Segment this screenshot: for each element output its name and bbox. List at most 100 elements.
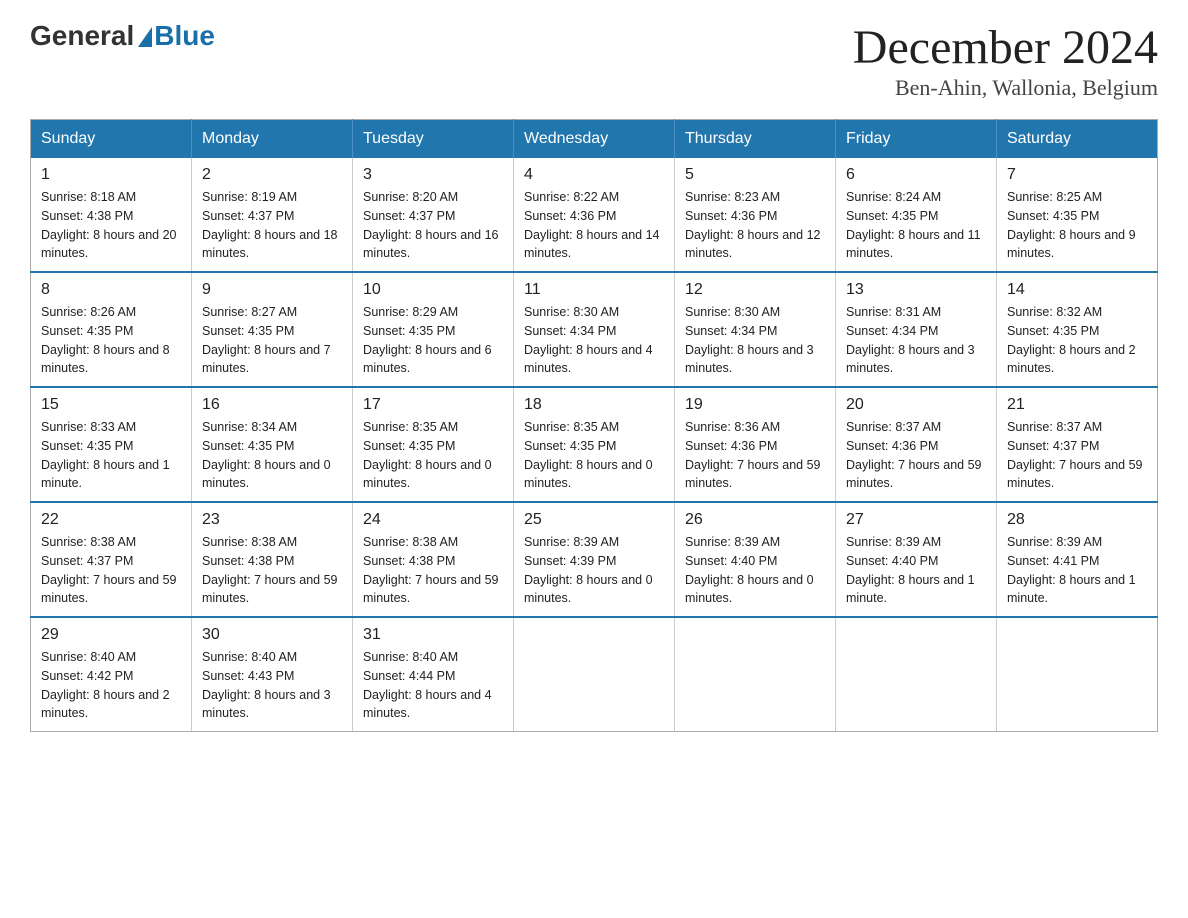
header-thursday: Thursday: [675, 120, 836, 159]
day-number: 12: [685, 281, 825, 299]
day-number: 28: [1007, 511, 1147, 529]
day-info: Sunrise: 8:30 AMSunset: 4:34 PMDaylight:…: [685, 303, 825, 378]
table-row: 24 Sunrise: 8:38 AMSunset: 4:38 PMDaylig…: [353, 502, 514, 617]
day-number: 10: [363, 281, 503, 299]
day-info: Sunrise: 8:35 AMSunset: 4:35 PMDaylight:…: [363, 418, 503, 493]
day-number: 2: [202, 166, 342, 184]
table-row: 27 Sunrise: 8:39 AMSunset: 4:40 PMDaylig…: [836, 502, 997, 617]
day-info: Sunrise: 8:22 AMSunset: 4:36 PMDaylight:…: [524, 188, 664, 263]
day-number: 25: [524, 511, 664, 529]
calendar-week-row: 8 Sunrise: 8:26 AMSunset: 4:35 PMDayligh…: [31, 272, 1158, 387]
day-number: 22: [41, 511, 181, 529]
day-number: 3: [363, 166, 503, 184]
table-row: 23 Sunrise: 8:38 AMSunset: 4:38 PMDaylig…: [192, 502, 353, 617]
table-row: 3 Sunrise: 8:20 AMSunset: 4:37 PMDayligh…: [353, 158, 514, 272]
logo-triangle-icon: [138, 27, 152, 47]
day-info: Sunrise: 8:38 AMSunset: 4:37 PMDaylight:…: [41, 533, 181, 608]
day-info: Sunrise: 8:40 AMSunset: 4:43 PMDaylight:…: [202, 648, 342, 723]
day-info: Sunrise: 8:18 AMSunset: 4:38 PMDaylight:…: [41, 188, 181, 263]
table-row: [514, 617, 675, 732]
day-number: 6: [846, 166, 986, 184]
table-row: 15 Sunrise: 8:33 AMSunset: 4:35 PMDaylig…: [31, 387, 192, 502]
header-sunday: Sunday: [31, 120, 192, 159]
day-info: Sunrise: 8:32 AMSunset: 4:35 PMDaylight:…: [1007, 303, 1147, 378]
day-info: Sunrise: 8:39 AMSunset: 4:39 PMDaylight:…: [524, 533, 664, 608]
day-number: 27: [846, 511, 986, 529]
header-tuesday: Tuesday: [353, 120, 514, 159]
title-section: December 2024 Ben-Ahin, Wallonia, Belgiu…: [853, 20, 1158, 101]
day-number: 15: [41, 396, 181, 414]
day-info: Sunrise: 8:37 AMSunset: 4:37 PMDaylight:…: [1007, 418, 1147, 493]
header-friday: Friday: [836, 120, 997, 159]
day-number: 30: [202, 626, 342, 644]
day-number: 14: [1007, 281, 1147, 299]
day-number: 5: [685, 166, 825, 184]
table-row: 18 Sunrise: 8:35 AMSunset: 4:35 PMDaylig…: [514, 387, 675, 502]
day-info: Sunrise: 8:23 AMSunset: 4:36 PMDaylight:…: [685, 188, 825, 263]
day-info: Sunrise: 8:36 AMSunset: 4:36 PMDaylight:…: [685, 418, 825, 493]
table-row: 21 Sunrise: 8:37 AMSunset: 4:37 PMDaylig…: [997, 387, 1158, 502]
day-number: 31: [363, 626, 503, 644]
table-row: 26 Sunrise: 8:39 AMSunset: 4:40 PMDaylig…: [675, 502, 836, 617]
day-info: Sunrise: 8:39 AMSunset: 4:41 PMDaylight:…: [1007, 533, 1147, 608]
day-number: 9: [202, 281, 342, 299]
day-info: Sunrise: 8:30 AMSunset: 4:34 PMDaylight:…: [524, 303, 664, 378]
table-row: 2 Sunrise: 8:19 AMSunset: 4:37 PMDayligh…: [192, 158, 353, 272]
header-wednesday: Wednesday: [514, 120, 675, 159]
calendar-week-row: 15 Sunrise: 8:33 AMSunset: 4:35 PMDaylig…: [31, 387, 1158, 502]
calendar-week-row: 1 Sunrise: 8:18 AMSunset: 4:38 PMDayligh…: [31, 158, 1158, 272]
main-title: December 2024: [853, 20, 1158, 75]
table-row: [675, 617, 836, 732]
day-number: 29: [41, 626, 181, 644]
day-info: Sunrise: 8:35 AMSunset: 4:35 PMDaylight:…: [524, 418, 664, 493]
day-number: 7: [1007, 166, 1147, 184]
day-info: Sunrise: 8:33 AMSunset: 4:35 PMDaylight:…: [41, 418, 181, 493]
day-info: Sunrise: 8:38 AMSunset: 4:38 PMDaylight:…: [202, 533, 342, 608]
table-row: 12 Sunrise: 8:30 AMSunset: 4:34 PMDaylig…: [675, 272, 836, 387]
day-info: Sunrise: 8:39 AMSunset: 4:40 PMDaylight:…: [685, 533, 825, 608]
day-number: 4: [524, 166, 664, 184]
day-number: 11: [524, 281, 664, 299]
day-info: Sunrise: 8:31 AMSunset: 4:34 PMDaylight:…: [846, 303, 986, 378]
day-number: 13: [846, 281, 986, 299]
day-number: 23: [202, 511, 342, 529]
table-row: 7 Sunrise: 8:25 AMSunset: 4:35 PMDayligh…: [997, 158, 1158, 272]
calendar-week-row: 29 Sunrise: 8:40 AMSunset: 4:42 PMDaylig…: [31, 617, 1158, 732]
day-info: Sunrise: 8:19 AMSunset: 4:37 PMDaylight:…: [202, 188, 342, 263]
calendar-header-row: Sunday Monday Tuesday Wednesday Thursday…: [31, 120, 1158, 159]
header-monday: Monday: [192, 120, 353, 159]
table-row: 31 Sunrise: 8:40 AMSunset: 4:44 PMDaylig…: [353, 617, 514, 732]
day-info: Sunrise: 8:27 AMSunset: 4:35 PMDaylight:…: [202, 303, 342, 378]
day-info: Sunrise: 8:40 AMSunset: 4:42 PMDaylight:…: [41, 648, 181, 723]
table-row: 14 Sunrise: 8:32 AMSunset: 4:35 PMDaylig…: [997, 272, 1158, 387]
day-number: 18: [524, 396, 664, 414]
day-number: 26: [685, 511, 825, 529]
table-row: 17 Sunrise: 8:35 AMSunset: 4:35 PMDaylig…: [353, 387, 514, 502]
day-number: 1: [41, 166, 181, 184]
table-row: 4 Sunrise: 8:22 AMSunset: 4:36 PMDayligh…: [514, 158, 675, 272]
table-row: 13 Sunrise: 8:31 AMSunset: 4:34 PMDaylig…: [836, 272, 997, 387]
calendar-week-row: 22 Sunrise: 8:38 AMSunset: 4:37 PMDaylig…: [31, 502, 1158, 617]
logo-general-text: General: [30, 20, 134, 52]
table-row: 11 Sunrise: 8:30 AMSunset: 4:34 PMDaylig…: [514, 272, 675, 387]
logo-blue-text: Blue: [154, 20, 215, 52]
page-header: General Blue December 2024 Ben-Ahin, Wal…: [30, 20, 1158, 101]
day-info: Sunrise: 8:40 AMSunset: 4:44 PMDaylight:…: [363, 648, 503, 723]
table-row: 9 Sunrise: 8:27 AMSunset: 4:35 PMDayligh…: [192, 272, 353, 387]
table-row: 28 Sunrise: 8:39 AMSunset: 4:41 PMDaylig…: [997, 502, 1158, 617]
subtitle: Ben-Ahin, Wallonia, Belgium: [853, 75, 1158, 101]
table-row: 20 Sunrise: 8:37 AMSunset: 4:36 PMDaylig…: [836, 387, 997, 502]
day-info: Sunrise: 8:29 AMSunset: 4:35 PMDaylight:…: [363, 303, 503, 378]
day-number: 19: [685, 396, 825, 414]
day-number: 8: [41, 281, 181, 299]
day-info: Sunrise: 8:24 AMSunset: 4:35 PMDaylight:…: [846, 188, 986, 263]
logo: General Blue: [30, 20, 215, 52]
day-info: Sunrise: 8:20 AMSunset: 4:37 PMDaylight:…: [363, 188, 503, 263]
day-info: Sunrise: 8:26 AMSunset: 4:35 PMDaylight:…: [41, 303, 181, 378]
calendar-table: Sunday Monday Tuesday Wednesday Thursday…: [30, 119, 1158, 732]
table-row: 6 Sunrise: 8:24 AMSunset: 4:35 PMDayligh…: [836, 158, 997, 272]
table-row: 29 Sunrise: 8:40 AMSunset: 4:42 PMDaylig…: [31, 617, 192, 732]
table-row: 1 Sunrise: 8:18 AMSunset: 4:38 PMDayligh…: [31, 158, 192, 272]
table-row: 8 Sunrise: 8:26 AMSunset: 4:35 PMDayligh…: [31, 272, 192, 387]
table-row: [997, 617, 1158, 732]
